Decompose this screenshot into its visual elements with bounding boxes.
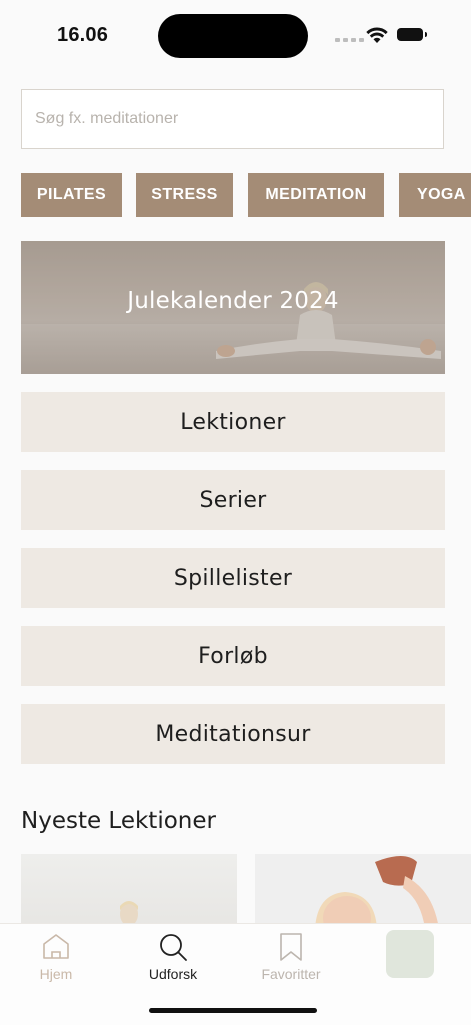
chip-yoga[interactable]: YOGA [399, 173, 471, 217]
tab-favorites-label: Favoritter [261, 966, 321, 982]
category-spillelister-button[interactable]: Spillelister [21, 548, 445, 608]
dynamic-island [158, 14, 308, 58]
search-input[interactable] [22, 90, 443, 148]
wifi-icon [366, 27, 388, 43]
julekalender-banner[interactable]: Julekalender 2024 [21, 241, 445, 374]
lesson-thumbnail-image [120, 901, 138, 926]
search-field[interactable] [21, 89, 444, 149]
category-lektioner-button[interactable]: Lektioner [21, 392, 445, 452]
tab-explore-label: Udforsk [148, 966, 198, 982]
banner-title: Julekalender 2024 [127, 288, 339, 314]
tab-favorites[interactable]: Favoritter [236, 924, 346, 994]
search-icon [160, 934, 187, 961]
cellular-signal-icon [335, 38, 364, 42]
profile-avatar[interactable] [386, 930, 434, 978]
chip-meditation[interactable]: MEDITATION [248, 173, 384, 217]
tab-home-label: Hjem [39, 966, 73, 982]
bookmark-icon [280, 933, 302, 961]
chip-stress[interactable]: STRESS [136, 173, 233, 217]
status-time: 16.06 [57, 24, 109, 46]
category-forloeb-button[interactable]: Forløb [21, 626, 445, 686]
lesson-thumbnail[interactable] [21, 854, 237, 929]
newest-lessons-heading: Nyeste Lektioner [21, 808, 216, 834]
filter-chips: PILATES STRESS MEDITATION YOGA [21, 173, 471, 218]
tab-home[interactable]: Hjem [1, 924, 111, 994]
lesson-thumbnail[interactable] [255, 854, 471, 929]
battery-icon [397, 28, 427, 41]
tab-explore[interactable]: Udforsk [118, 924, 228, 994]
house-icon [43, 934, 69, 959]
category-serier-button[interactable]: Serier [21, 470, 445, 530]
lesson-thumbnail-image [315, 856, 439, 929]
status-bar: 16.06 [0, 0, 471, 70]
chip-pilates[interactable]: PILATES [21, 173, 122, 217]
category-meditationsur-button[interactable]: Meditationsur [21, 704, 445, 764]
home-indicator [149, 1008, 317, 1013]
